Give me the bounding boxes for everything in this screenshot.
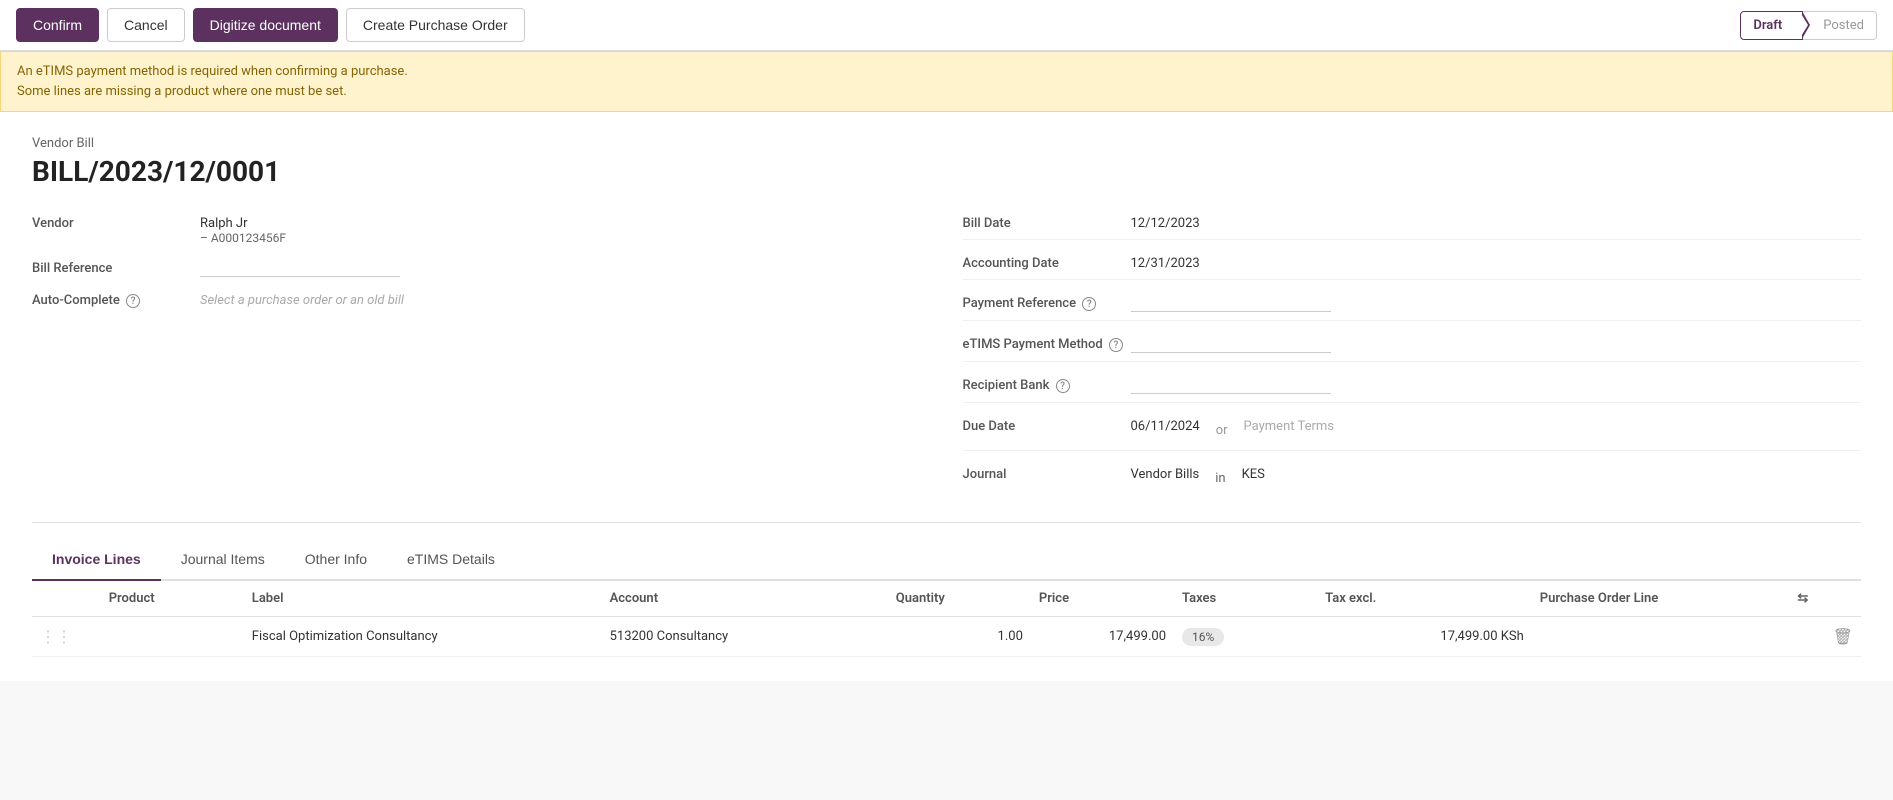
th-product: Product (101, 581, 244, 617)
th-account: Account (602, 581, 888, 617)
row-account[interactable]: 513200 Consultancy (602, 617, 888, 657)
etims-help-icon[interactable]: ? (1109, 338, 1123, 352)
row-tax-excl[interactable]: 17,499.00 KSh (1317, 617, 1532, 657)
payment-ref-input[interactable] (1131, 292, 1331, 312)
th-po-line: Purchase Order Line (1532, 581, 1790, 617)
recipient-bank-help-icon[interactable]: ? (1056, 379, 1070, 393)
alert-line1: An eTIMS payment method is required when… (17, 62, 1876, 82)
payment-ref-label: Payment Reference ? (963, 292, 1123, 311)
bill-ref-row: Bill Reference (32, 257, 931, 277)
vendor-row: Vendor Ralph Jr – A000123456F (32, 212, 931, 245)
row-taxes[interactable]: 16% (1174, 617, 1317, 657)
row-delete[interactable]: 🗑 (1789, 617, 1861, 657)
auto-complete-row: Auto-Complete ? Select a purchase order … (32, 289, 931, 308)
journal-value[interactable]: Vendor Bills (1131, 463, 1200, 482)
auto-complete-input[interactable]: Select a purchase order or an old bill (200, 289, 404, 308)
digitize-button[interactable]: Digitize document (193, 8, 338, 42)
auto-complete-help-icon[interactable]: ? (126, 294, 140, 308)
form-right: Bill Date 12/12/2023 Accounting Date 12/… (963, 212, 1862, 498)
invoice-table: Product Label Account Quantity Price Tax… (32, 581, 1861, 657)
tax-badge: 16% (1182, 628, 1224, 646)
bill-date-value[interactable]: 12/12/2023 (1131, 212, 1200, 231)
bill-date-label: Bill Date (963, 212, 1123, 231)
tab-invoice-lines[interactable]: Invoice Lines (32, 539, 161, 581)
row-po-line[interactable] (1532, 617, 1790, 657)
th-tax-excl: Tax excl. (1317, 581, 1532, 617)
confirm-button[interactable]: Confirm (16, 8, 99, 42)
alert-line2: Some lines are missing a product where o… (17, 82, 1876, 102)
row-quantity[interactable]: 1.00 (888, 617, 1031, 657)
status-posted[interactable]: Posted (1803, 11, 1877, 40)
row-product[interactable] (101, 617, 244, 657)
tab-etims-details[interactable]: eTIMS Details (387, 539, 515, 581)
due-date-value[interactable]: 06/11/2024 (1131, 415, 1200, 434)
etims-label: eTIMS Payment Method ? (963, 333, 1123, 352)
recipient-bank-row: Recipient Bank ? (963, 374, 1862, 403)
table-row: ⋮⋮ Fiscal Optimization Consultancy 51320… (32, 617, 1861, 657)
or-text: or (1216, 419, 1228, 438)
delete-icon[interactable]: 🗑 (1833, 627, 1853, 646)
toolbar: Confirm Cancel Digitize document Create … (0, 0, 1893, 51)
th-label: Label (244, 581, 602, 617)
recipient-bank-label: Recipient Bank ? (963, 374, 1123, 393)
bill-ref-label: Bill Reference (32, 257, 192, 276)
th-actions: ⇆ (1789, 581, 1861, 617)
table-settings-icon[interactable]: ⇆ (1797, 591, 1808, 606)
cancel-button[interactable]: Cancel (107, 8, 185, 42)
section-divider (32, 522, 1861, 523)
payment-ref-row: Payment Reference ? (963, 292, 1862, 321)
tab-journal-items[interactable]: Journal Items (161, 539, 285, 581)
payment-ref-help-icon[interactable]: ? (1082, 297, 1096, 311)
status-breadcrumb: Draft Posted (1740, 11, 1877, 40)
bill-ref-input[interactable] (200, 257, 400, 277)
accounting-date-value[interactable]: 12/31/2023 (1131, 252, 1200, 271)
due-date-row: Due Date 06/11/2024 or Payment Terms (963, 415, 1862, 451)
th-price: Price (1031, 581, 1174, 617)
status-draft[interactable]: Draft (1740, 11, 1803, 40)
vendor-id: – A000123456F (200, 231, 286, 245)
row-price[interactable]: 17,499.00 (1031, 617, 1174, 657)
row-drag-handle[interactable]: ⋮⋮ (32, 617, 101, 657)
th-drag (32, 581, 101, 617)
journal-row: Journal Vendor Bills in KES (963, 463, 1862, 498)
accounting-date-label: Accounting Date (963, 252, 1123, 271)
currency-value: KES (1242, 463, 1265, 482)
journal-label: Journal (963, 463, 1123, 482)
due-date-label: Due Date (963, 415, 1123, 434)
vendor-value: Ralph Jr – A000123456F (200, 212, 286, 245)
create-po-button[interactable]: Create Purchase Order (346, 8, 525, 42)
recipient-bank-input[interactable] (1131, 374, 1331, 394)
th-quantity: Quantity (888, 581, 1031, 617)
vendor-label: Vendor (32, 212, 192, 231)
tab-other-info[interactable]: Other Info (285, 539, 387, 581)
tabs-container: Invoice Lines Journal Items Other Info e… (32, 539, 1861, 581)
auto-complete-label: Auto-Complete ? (32, 289, 192, 308)
in-text: in (1215, 467, 1225, 486)
form-left: Vendor Ralph Jr – A000123456F Bill Refer… (32, 212, 931, 498)
main-content: Vendor Bill BILL/2023/12/0001 Vendor Ral… (0, 112, 1893, 681)
th-taxes: Taxes (1174, 581, 1317, 617)
doc-type-label: Vendor Bill (32, 136, 1861, 151)
etims-input[interactable] (1131, 333, 1331, 353)
row-label[interactable]: Fiscal Optimization Consultancy (244, 617, 602, 657)
accounting-date-row: Accounting Date 12/31/2023 (963, 252, 1862, 280)
doc-title: BILL/2023/12/0001 (32, 155, 1861, 188)
payment-terms-placeholder[interactable]: Payment Terms (1244, 415, 1335, 434)
vendor-name: Ralph Jr (200, 216, 286, 231)
alert-banner: An eTIMS payment method is required when… (0, 51, 1893, 112)
bill-date-row: Bill Date 12/12/2023 (963, 212, 1862, 240)
form-grid: Vendor Ralph Jr – A000123456F Bill Refer… (32, 212, 1861, 498)
etims-row: eTIMS Payment Method ? (963, 333, 1862, 362)
